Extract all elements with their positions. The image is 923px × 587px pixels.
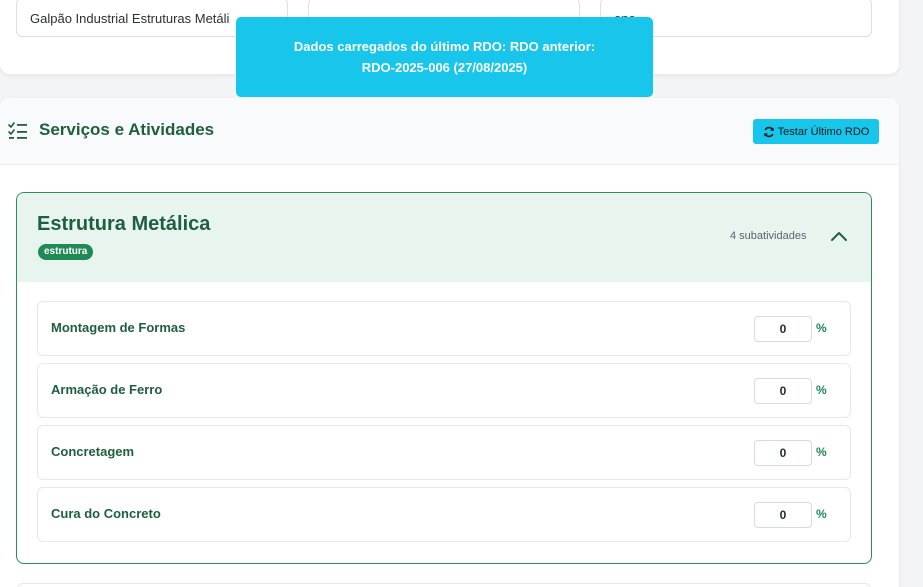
subactivity-percent-input[interactable]: [754, 502, 812, 528]
activity-card: Estrutura Metálica estrutura 4 subativid…: [16, 192, 872, 564]
activity-header[interactable]: Estrutura Metálica estrutura 4 subativid…: [17, 193, 871, 282]
subactivity-name: Armação de Ferro: [51, 382, 163, 397]
test-last-rdo-label: Testar Último RDO: [777, 125, 870, 138]
chevron-up-icon[interactable]: [829, 229, 849, 243]
toast-message: Dados carregados do último RDO: RDO ante…: [293, 39, 596, 75]
subactivity-name: Concretagem: [51, 444, 135, 459]
activity-tag-badge: estrutura: [38, 244, 94, 260]
subactivity-count: 4 subatividades: [730, 230, 807, 242]
subactivity-row: Armação de Ferro %: [37, 363, 851, 418]
percent-unit: %: [816, 321, 827, 335]
subactivity-row: Concretagem %: [37, 425, 851, 480]
section-header: Serviços e Atividades Testar Último RDO: [0, 98, 899, 165]
test-last-rdo-button[interactable]: Testar Último RDO: [753, 119, 879, 144]
subactivity-row: Cura do Concreto %: [37, 487, 851, 542]
subactivity-percent-input[interactable]: [754, 316, 812, 342]
subactivity-name: Montagem de Formas: [51, 320, 186, 335]
section-title: Serviços e Atividades: [39, 120, 215, 139]
subactivity-percent-input[interactable]: [754, 378, 812, 404]
list-check-icon: [8, 122, 27, 139]
activity-title: Estrutura Metálica: [37, 213, 211, 235]
percent-unit: %: [816, 445, 827, 459]
subactivity-percent-input[interactable]: [754, 440, 812, 466]
services-activities-section: Serviços e Atividades Testar Último RDO …: [0, 98, 899, 587]
percent-unit: %: [816, 383, 827, 397]
subactivity-name: Cura do Concreto: [51, 506, 161, 521]
subactivity-row: Montagem de Formas %: [37, 301, 851, 356]
page: Galpão Industrial Estruturas Metáli one …: [0, 0, 923, 587]
refresh-icon: [763, 126, 774, 137]
toast-notification: Dados carregados do último RDO: RDO ante…: [236, 17, 653, 97]
percent-unit: %: [816, 507, 827, 521]
next-activity-card: [16, 583, 872, 587]
